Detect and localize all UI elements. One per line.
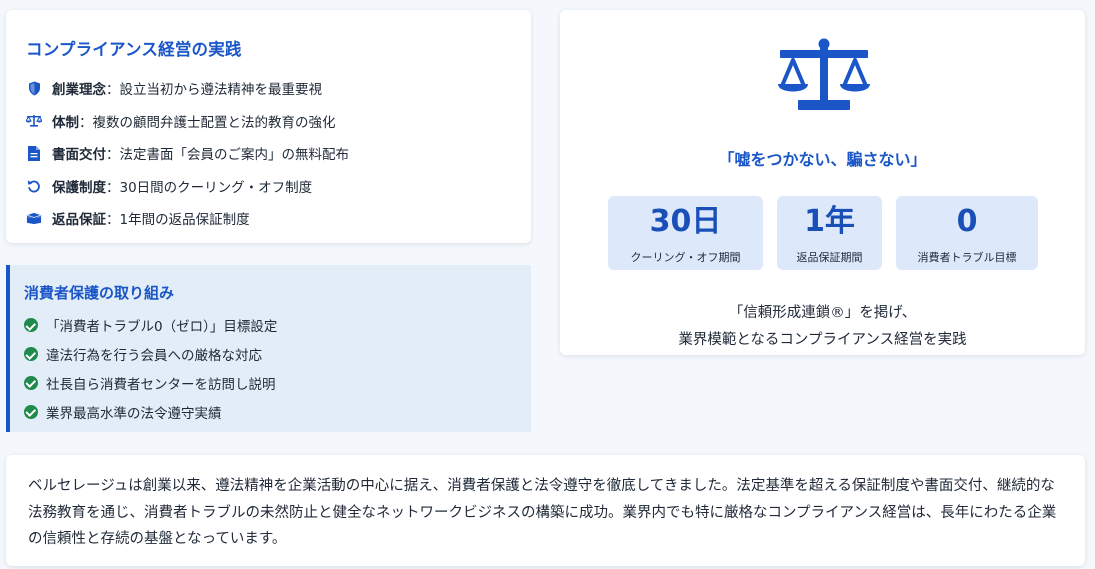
check-circle-icon	[24, 347, 38, 362]
motto-quote: 「嘘をつかない、騙さない」	[718, 150, 927, 169]
compliance-item-label: 保護制度	[52, 179, 106, 196]
stat-label: クーリング・オフ期間	[630, 251, 741, 264]
motto-description-line: 業界模範となるコンプライアンス経営を実践	[678, 332, 967, 348]
scale-icon	[26, 113, 42, 129]
compliance-item-system: 体制 ：複数の顧問弁護士配置と法的教育の強化	[26, 105, 511, 138]
check-circle-icon	[24, 318, 38, 333]
list-item: 違法行為を行う会員への厳格な対応	[24, 340, 515, 369]
compliance-item-text: ：設立当初から遵法精神を最重要視	[106, 82, 322, 99]
compliance-item-label: 創業理念	[52, 82, 106, 99]
compliance-item-text: ：法定書面「会員のご案内」の無料配布	[106, 147, 349, 164]
compliance-item-return: 返品保証 ：1年間の返品保証制度	[26, 202, 511, 235]
compliance-title: コンプライアンス経営の実践	[26, 40, 242, 59]
motto-description: 「信頼形成連鎖®」を掲げ、 業界模範となるコンプライアンス経営を実践	[560, 300, 1085, 354]
consumer-title: 消費者保護の取り組み	[24, 284, 175, 302]
compliance-item-text: ：30日間のクーリング・オフ制度	[106, 179, 313, 196]
compliance-item-documents: 書面交付 ：法定書面「会員のご案内」の無料配布	[26, 137, 511, 170]
check-circle-icon	[24, 404, 38, 419]
document-icon	[26, 145, 42, 161]
compliance-card: コンプライアンス経営の実践 創業理念 ：設立当初から遵法精神を最重要視 体制 ：複数…	[6, 10, 531, 243]
compliance-item-text: ：1年間の返品保証制度	[106, 212, 250, 229]
list-item-text: 社長自ら消費者センターを訪問し説明	[46, 376, 276, 393]
motto-card: 「嘘をつかない、騙さない」 30日 クーリング・オフ期間 1年 返品保証期間 0…	[560, 10, 1085, 355]
box-icon	[26, 210, 42, 226]
compliance-item-protection: 保護制度 ：30日間のクーリング・オフ制度	[26, 170, 511, 203]
check-circle-icon	[24, 375, 38, 390]
compliance-item-text: ：複数の顧問弁護士配置と法的教育の強化	[79, 114, 336, 131]
stat-trouble-goal: 0 消費者トラブル目標	[896, 196, 1038, 270]
stat-value: 0	[956, 204, 978, 239]
balance-scale-icon	[778, 38, 870, 110]
stat-value: 30日	[649, 204, 722, 239]
summary-text: ベルセレージュは創業以来、遵法精神を企業活動の中心に据え、消費者保護と法令遵守を…	[28, 478, 1057, 547]
stat-cooling-off: 30日 クーリング・オフ期間	[608, 196, 763, 270]
list-item-text: 「消費者トラブル0（ゼロ）」目標設定	[46, 319, 278, 336]
compliance-item-philosophy: 創業理念 ：設立当初から遵法精神を最重要視	[26, 72, 511, 105]
shield-icon	[26, 80, 42, 96]
compliance-item-label: 書面交付	[52, 147, 106, 164]
stat-value: 1年	[804, 204, 855, 239]
consumer-protection-card: 消費者保護の取り組み 「消費者トラブル0（ゼロ）」目標設定 違法行為を行う会員へ…	[6, 265, 531, 432]
list-item-text: 違法行為を行う会員への厳格な対応	[46, 348, 262, 365]
compliance-item-label: 体制	[52, 114, 79, 131]
stat-label: 消費者トラブル目標	[917, 251, 1017, 264]
summary-card: ベルセレージュは創業以来、遵法精神を企業活動の中心に据え、消費者保護と法令遵守を…	[6, 455, 1085, 566]
stat-label: 返品保証期間	[796, 251, 863, 264]
list-item: 社長自ら消費者センターを訪問し説明	[24, 369, 515, 398]
stat-return-period: 1年 返品保証期間	[777, 196, 882, 270]
list-item: 業界最高水準の法令遵守実績	[24, 397, 515, 426]
motto-description-line: 「信頼形成連鎖®」を掲げ、	[728, 305, 917, 321]
list-item: 「消費者トラブル0（ゼロ）」目標設定	[24, 311, 515, 340]
list-item-text: 業界最高水準の法令遵守実績	[46, 405, 222, 422]
compliance-item-label: 返品保証	[52, 212, 106, 229]
undo-icon	[26, 178, 42, 194]
